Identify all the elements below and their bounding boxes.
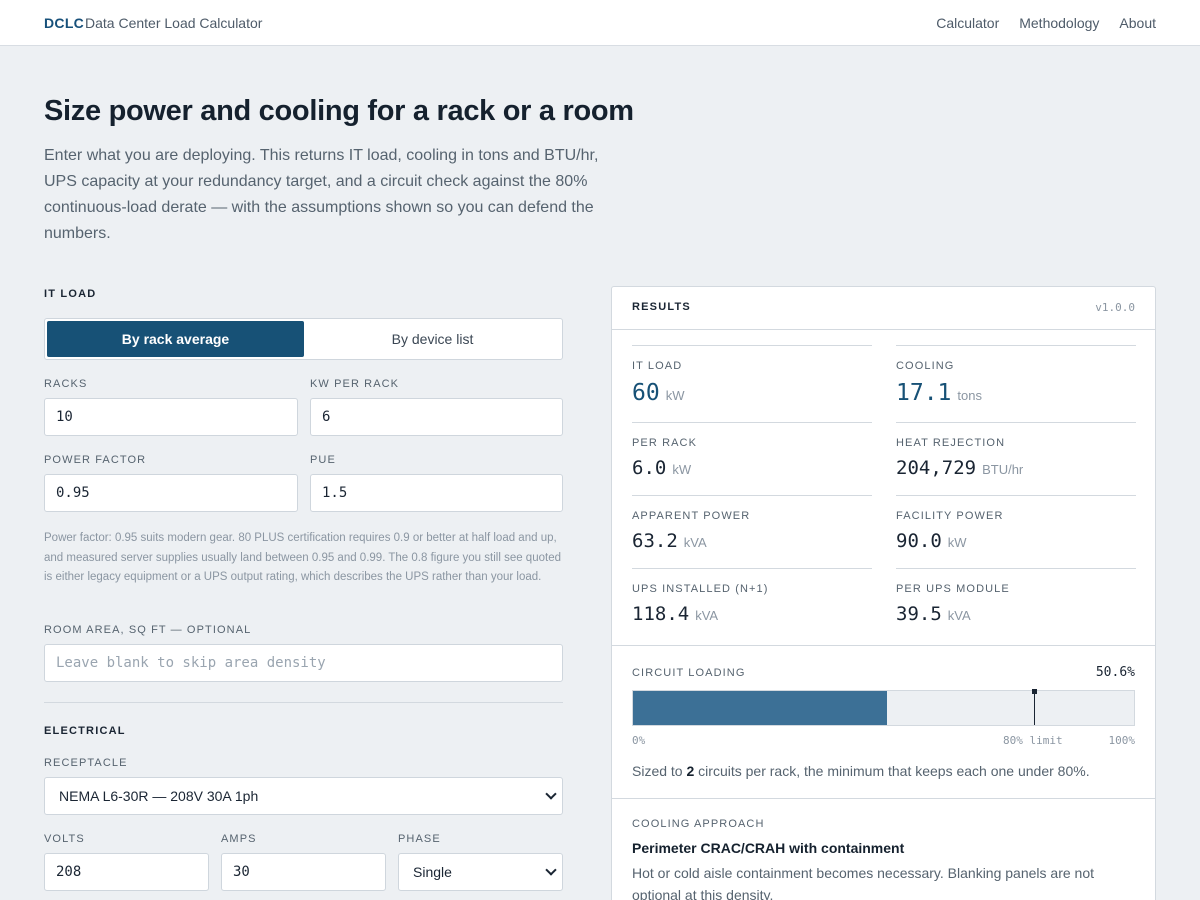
per-ups-module-unit: kVA — [947, 608, 971, 623]
tick-min: 0% — [632, 734, 646, 747]
results-header: RESULTS v1.0.0 — [612, 287, 1155, 330]
cooling-approach-label: COOLING APPROACH — [632, 818, 765, 830]
tab-by-rack-average[interactable]: By rack average — [47, 321, 304, 357]
page-title: Size power and cooling for a rack or a r… — [44, 95, 634, 127]
it-load-value: 60 — [632, 380, 660, 406]
phase-select[interactable]: Single — [398, 853, 563, 891]
it-load-section-label: IT LOAD — [44, 288, 97, 300]
heat-rejection-value: 204,729 — [896, 457, 977, 479]
version-label: v1.0.0 — [1095, 301, 1135, 314]
power-factor-input[interactable] — [44, 474, 298, 512]
tick-limit: 80% limit — [1003, 734, 1063, 747]
cooling-approach-description: Hot or cold aisle containment becomes ne… — [632, 865, 1094, 900]
volts-label: VOLTS — [44, 833, 85, 845]
heat-rejection-unit: BTU/hr — [982, 462, 1024, 477]
metric-label: PER RACK — [632, 437, 698, 449]
racks-input[interactable] — [44, 398, 298, 436]
brand-subtitle: Data Center Load Calculator — [85, 15, 263, 31]
metric-label: COOLING — [896, 360, 955, 372]
metric-per-ups-module: PER UPS MODULE 39.5 kVA — [896, 568, 1136, 645]
power-factor-label: POWER FACTOR — [44, 454, 147, 466]
amps-label: AMPS — [221, 833, 257, 845]
metric-cooling: COOLING 17.1 tons — [896, 345, 1136, 422]
section-divider — [44, 702, 563, 703]
circuits-per-rack: 2 — [686, 763, 695, 779]
phase-label: PHASE — [398, 833, 441, 845]
per-ups-module-value: 39.5 — [896, 603, 942, 625]
room-area-label: ROOM AREA, SQ FT — OPTIONAL — [44, 624, 252, 636]
apparent-power-unit: kVA — [683, 535, 707, 550]
receptacle-label: RECEPTACLE — [44, 757, 128, 769]
ups-installed-unit: kVA — [695, 608, 719, 623]
cooling-value: 17.1 — [896, 380, 952, 406]
metric-label: FACILITY POWER — [896, 510, 1004, 522]
racks-label: RACKS — [44, 378, 88, 390]
kw-per-rack-input[interactable] — [310, 398, 563, 436]
circuit-loading-fill — [633, 691, 887, 725]
results-panel: RESULTS v1.0.0 IT LOAD 60 kW COOLING 17.… — [611, 286, 1156, 900]
facility-power-unit: kW — [947, 535, 967, 550]
metric-it-load: IT LOAD 60 kW — [632, 345, 872, 422]
metric-ups-installed: UPS INSTALLED (N+1) 118.4 kVA — [632, 568, 872, 645]
circuit-loading-percent: 50.6% — [1095, 665, 1135, 680]
it-load-unit: kW — [665, 388, 685, 403]
receptacle-select[interactable]: NEMA L6-30R — 208V 30A 1ph — [44, 777, 563, 815]
cooling-unit: tons — [957, 388, 982, 403]
metric-heat-rejection: HEAT REJECTION 204,729 BTU/hr — [896, 422, 1136, 495]
circuit-loading-bar — [632, 689, 1135, 726]
circuit-sizing-text: Sized to 2 circuits per rack, the minimu… — [632, 763, 1090, 779]
limit-marker-dot — [1032, 689, 1037, 694]
pue-label: PUE — [310, 454, 336, 466]
sizing-suffix: circuits per rack, the minimum that keep… — [698, 763, 1090, 779]
electrical-section-label: ELECTRICAL — [44, 725, 126, 737]
tab-by-device-list[interactable]: By device list — [304, 321, 561, 357]
cooling-approach-title: Perimeter CRAC/CRAH with containment — [632, 840, 905, 856]
metric-per-rack: PER RACK 6.0 kW — [632, 422, 872, 495]
metric-label: PER UPS MODULE — [896, 583, 1010, 595]
room-area-input[interactable] — [44, 644, 563, 682]
page-description: Enter what you are deploying. This retur… — [44, 147, 599, 242]
results-title: RESULTS — [632, 301, 691, 313]
pue-input[interactable] — [310, 474, 563, 512]
nav-link-methodology[interactable]: Methodology — [1019, 15, 1099, 31]
limit-marker — [1034, 691, 1035, 725]
metric-label: UPS INSTALLED (N+1) — [632, 583, 769, 595]
volts-input[interactable] — [44, 853, 209, 891]
circuit-loading-label: CIRCUIT LOADING — [632, 667, 746, 679]
metric-label: IT LOAD — [632, 360, 683, 372]
brand-logo[interactable]: DCLC — [44, 15, 84, 31]
results-separator — [612, 645, 1155, 646]
nav-link-about[interactable]: About — [1119, 15, 1156, 31]
sizing-prefix: Sized to — [632, 763, 683, 779]
tick-max: 100% — [1108, 734, 1136, 747]
top-navigation-bar: DCLC Data Center Load Calculator Calcula… — [0, 0, 1200, 46]
per-rack-unit: kW — [672, 462, 692, 477]
results-separator — [612, 798, 1155, 799]
per-rack-value: 6.0 — [632, 457, 667, 479]
main-nav: Calculator Methodology About — [936, 15, 1156, 31]
amps-input[interactable] — [221, 853, 386, 891]
metric-facility-power: FACILITY POWER 90.0 kW — [896, 495, 1136, 568]
apparent-power-value: 63.2 — [632, 530, 678, 552]
kw-per-rack-label: KW PER RACK — [310, 378, 400, 390]
load-mode-toggle: By rack average By device list — [44, 318, 563, 360]
power-factor-help-text: Power factor: 0.95 suits modern gear. 80… — [44, 532, 561, 583]
metric-apparent-power: APPARENT POWER 63.2 kVA — [632, 495, 872, 568]
ups-installed-value: 118.4 — [632, 603, 690, 625]
nav-link-calculator[interactable]: Calculator — [936, 15, 999, 31]
metric-label: APPARENT POWER — [632, 510, 751, 522]
metric-label: HEAT REJECTION — [896, 437, 1006, 449]
facility-power-value: 90.0 — [896, 530, 942, 552]
